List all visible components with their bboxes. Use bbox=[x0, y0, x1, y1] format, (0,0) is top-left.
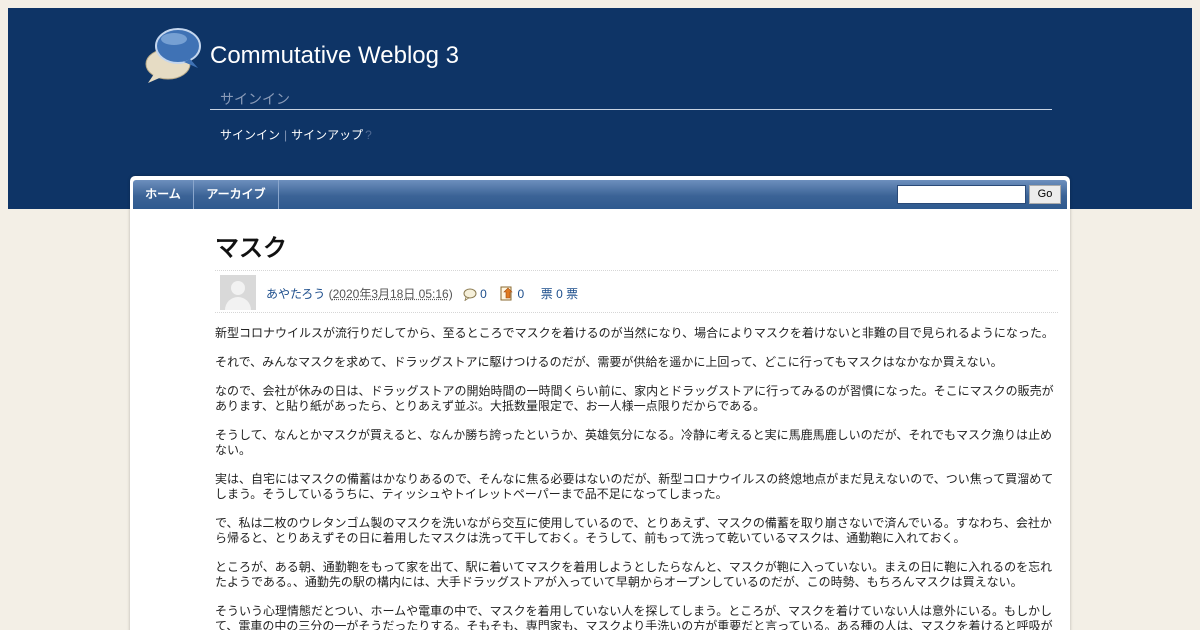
post-date[interactable]: 2020年3月18日 05:16 bbox=[333, 287, 449, 301]
nav-archive[interactable]: アーカイブ bbox=[194, 180, 279, 209]
trackback-count[interactable]: 0 bbox=[517, 287, 524, 301]
post-paragraph: 実は、自宅にはマスクの備蓄はかなりあるので、そんなに焦る必要はないのだが、新型コ… bbox=[215, 472, 1054, 501]
post-paragraph: で、私は二枚のウレタンゴム製のマスクを洗いながら交互に使用しているので、とりあえ… bbox=[215, 516, 1052, 545]
main-navbar: ホーム アーカイブ Go bbox=[133, 180, 1067, 209]
auth-separator: | bbox=[284, 128, 288, 142]
post-paragraph: なので、会社が休みの日は、ドラッグストアの開始時間の一時間くらい前に、家内とドラ… bbox=[215, 384, 1054, 413]
nav-home[interactable]: ホーム bbox=[133, 180, 194, 209]
search-go-button[interactable]: Go bbox=[1029, 185, 1061, 204]
avatar-head-shape bbox=[231, 281, 245, 295]
search-input[interactable] bbox=[897, 185, 1026, 204]
site-title[interactable]: Commutative Weblog 3 bbox=[210, 42, 459, 70]
comment-count[interactable]: 0 bbox=[480, 287, 487, 301]
post-paragraph: そういう心理情態だとつい、ホームや電車の中で、マスクを着用していない人を探してし… bbox=[215, 604, 1053, 630]
vote-count[interactable]: 票 0 票 bbox=[541, 287, 578, 301]
post-meta-line: あやたろう (2020年3月18日 05:16) 0 0 票 0 票 bbox=[266, 286, 579, 301]
post-body: 新型コロナウイルスが流行りだしてから、至るところでマスクを着けるのが当然になり、… bbox=[215, 326, 1058, 630]
avatar-body-shape bbox=[225, 297, 251, 310]
trackback-icon[interactable] bbox=[500, 286, 514, 301]
post-paragraph: 新型コロナウイルスが流行りだしてから、至るところでマスクを着けるのが当然になり、… bbox=[215, 326, 1054, 340]
post-paragraph: ところが、ある朝、通勤鞄をもって家を出て、駅に着いてマスクを着用しようとしたらな… bbox=[215, 560, 1053, 589]
signin-heading: サインイン bbox=[210, 89, 1052, 110]
auth-links: サインイン | サインアップ? bbox=[220, 126, 372, 143]
post-paragraph: それで、みんなマスクを求めて、ドラッグストアに駆けつけるのだが、需要が供給を遥か… bbox=[215, 355, 1003, 369]
post-paragraph: そうして、なんとかマスクが買えると、なんか勝ち誇ったというか、英雄気分になる。冷… bbox=[215, 428, 1053, 457]
post-author[interactable]: あやたろう bbox=[266, 287, 325, 301]
signin-link[interactable]: サインイン bbox=[220, 128, 280, 142]
speech-bubble-logo-icon[interactable] bbox=[144, 26, 204, 84]
help-mark[interactable]: ? bbox=[365, 128, 372, 142]
post-title[interactable]: マスク bbox=[215, 228, 287, 263]
signup-link[interactable]: サインアップ bbox=[291, 128, 363, 142]
post-meta-bar: あやたろう (2020年3月18日 05:16) 0 0 票 0 票 bbox=[215, 270, 1058, 313]
avatar[interactable] bbox=[220, 275, 256, 310]
comment-bubble-icon[interactable] bbox=[463, 288, 477, 301]
